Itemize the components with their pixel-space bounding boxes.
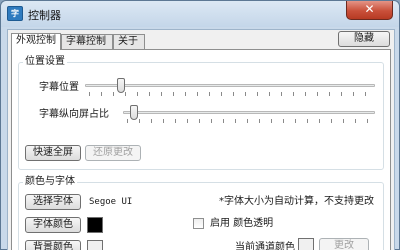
color-font-title: 颜色与字体 (23, 176, 77, 188)
current-channel-color-swatch (298, 238, 314, 250)
restore-changes-button[interactable]: 还原更改 (85, 145, 141, 161)
title-bar[interactable]: 字 控制器 (1, 1, 399, 27)
quick-fullscreen-button[interactable]: 快速全屏 (25, 145, 81, 161)
font-size-note: *字体大小为自动计算，不支持更改 (219, 196, 374, 207)
font-color-button[interactable]: 字体颜色 (25, 217, 81, 233)
color-font-group: 颜色与字体 选择字体 Segoe UI *字体大小为自动计算，不支持更改 字体颜… (18, 176, 384, 250)
close-button[interactable]: ✕ (346, 1, 393, 20)
controller-window: 字 控制器 ✕ 外观控制 字幕控制 关于 隐藏 位置设置 字幕位置 字幕纵向屏占… (0, 0, 400, 250)
tab-subtitle-control[interactable]: 字幕控制 (61, 34, 113, 49)
close-icon: ✕ (364, 2, 375, 16)
select-font-button[interactable]: 选择字体 (25, 194, 81, 210)
tab-appearance[interactable]: 外观控制 (11, 33, 61, 50)
window-title: 控制器 (28, 9, 61, 22)
background-color-swatch (87, 240, 103, 250)
hide-button[interactable]: 隐藏 (338, 31, 390, 47)
background-color-button[interactable]: 背景颜色 (25, 240, 81, 250)
subtitle-position-track (85, 84, 375, 87)
position-settings-title: 位置设置 (23, 56, 67, 68)
current-channel-color-label: 当前通道颜色 (235, 242, 295, 250)
subtitle-vertical-ratio-slider[interactable] (130, 105, 138, 120)
subtitle-vertical-ratio-track (123, 111, 375, 114)
app-icon: 字 (7, 6, 23, 21)
enable-transparency-label: 启用 颜色透明 (210, 218, 274, 229)
subtitle-vertical-ratio-ticks (127, 119, 373, 123)
font-name: Segoe UI (89, 197, 133, 207)
subtitle-position-ticks (89, 92, 371, 96)
tab-pane-appearance: 位置设置 字幕位置 字幕纵向屏占比 快速全屏 还原更改 颜色与字体 选择字体 S… (11, 49, 391, 250)
subtitle-position-slider[interactable] (117, 78, 125, 93)
tab-about[interactable]: 关于 (113, 34, 145, 49)
enable-transparency-checkbox[interactable] (193, 218, 204, 229)
subtitle-position-label: 字幕位置 (39, 82, 79, 93)
window-client: 外观控制 字幕控制 关于 隐藏 位置设置 字幕位置 字幕纵向屏占比 快速全屏 还… (7, 29, 395, 250)
font-color-swatch (87, 217, 103, 233)
subtitle-vertical-ratio-label: 字幕纵向屏占比 (39, 109, 109, 120)
change-button[interactable]: 更改 (319, 238, 369, 250)
position-settings-group: 位置设置 字幕位置 字幕纵向屏占比 快速全屏 还原更改 (18, 56, 384, 170)
